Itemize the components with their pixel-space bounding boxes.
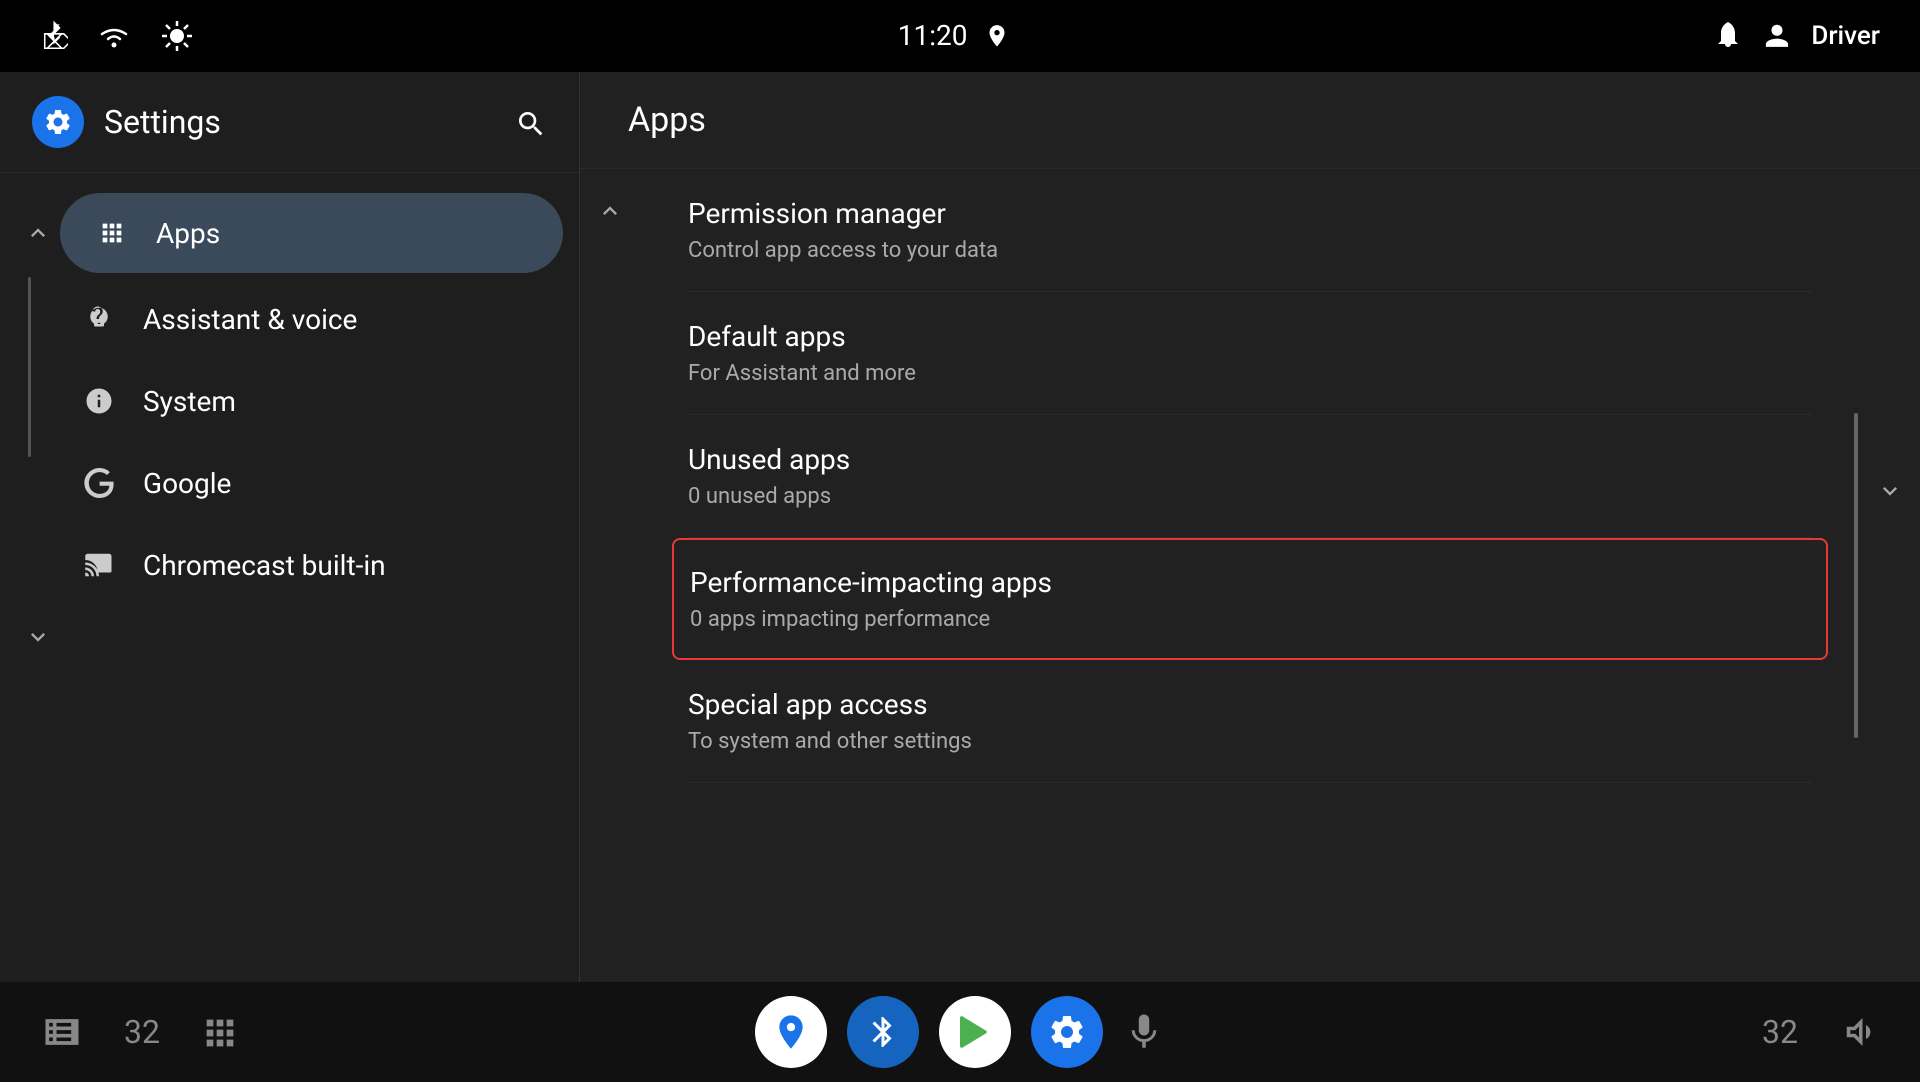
right-chevron-down[interactable] (1868, 469, 1912, 513)
status-bar: ⌦ 1 (0, 0, 1920, 72)
system-info-icon (79, 381, 119, 421)
performance-apps-subtitle: 0 apps impacting performance (690, 607, 1810, 632)
sidebar-item-system[interactable]: System (47, 361, 563, 441)
special-access-title: Special app access (688, 688, 1812, 721)
google-label: Google (143, 467, 231, 500)
apps-grid-icon (92, 213, 132, 253)
default-apps-title: Default apps (688, 320, 1812, 353)
taskbar-right: 32 (1165, 1011, 1880, 1054)
time-display: 11:20 (898, 19, 968, 52)
window-icon[interactable] (40, 1010, 84, 1054)
bluetooth-icon: ⌦ (40, 18, 68, 54)
default-apps-subtitle: For Assistant and more (688, 361, 1812, 386)
special-access-subtitle: To system and other settings (688, 729, 1812, 754)
wifi-icon (96, 22, 132, 50)
bluetooth-app-icon[interactable] (847, 996, 919, 1068)
special-app-access-item[interactable]: Special app access To system and other s… (688, 660, 1812, 783)
sidebar-item-google[interactable]: Google (47, 443, 563, 523)
apps-label: Apps (156, 217, 220, 250)
settings-taskbar-icon[interactable] (1031, 996, 1103, 1068)
svg-text:⌦: ⌦ (42, 31, 68, 54)
taskbar-left: 32 (40, 1010, 755, 1054)
notification-icon (1713, 19, 1743, 53)
nav-section: Assistant & voice System (0, 277, 579, 607)
sidebar-item-apps[interactable]: Apps (60, 193, 563, 273)
brightness-icon (160, 19, 194, 53)
performance-impacting-apps-item[interactable]: Performance-impacting apps 0 apps impact… (672, 538, 1828, 660)
right-chevron-up[interactable] (588, 189, 632, 233)
performance-apps-title: Performance-impacting apps (690, 566, 1810, 599)
right-content: Permission manager Control app access to… (640, 169, 1860, 982)
permission-manager-item[interactable]: Permission manager Control app access to… (688, 169, 1812, 292)
play-store-icon[interactable] (939, 996, 1011, 1068)
system-label: System (143, 385, 236, 418)
apps-collapse-btn[interactable] (16, 211, 60, 255)
main-area: Settings (0, 72, 1920, 982)
sidebar-item-assistant[interactable]: Assistant & voice (47, 279, 563, 359)
user-icon (1763, 20, 1791, 51)
nav-section-items: Assistant & voice System (31, 277, 579, 607)
settings-app-icon (32, 96, 84, 148)
expand-down-btn[interactable] (16, 615, 60, 659)
unused-apps-title: Unused apps (688, 443, 1812, 476)
google-icon (79, 463, 119, 503)
right-scrollbar (1854, 413, 1858, 738)
taskbar-center (755, 996, 1165, 1068)
unused-apps-item[interactable]: Unused apps 0 unused apps (688, 415, 1812, 538)
volume-icon[interactable] (1838, 1011, 1880, 1054)
settings-header: Settings (0, 72, 579, 173)
sidebar-item-chromecast[interactable]: Chromecast built-in (47, 525, 563, 605)
mic-icon[interactable] (1123, 1011, 1165, 1054)
taskbar: 32 (0, 982, 1920, 1082)
location-icon (984, 19, 1010, 53)
assistant-icon (79, 299, 119, 339)
left-panel: Settings (0, 72, 580, 982)
taskbar-left-num: 32 (124, 1013, 160, 1051)
assistant-label: Assistant & voice (143, 303, 357, 336)
right-panel-title: Apps (580, 72, 1920, 169)
status-bar-center: 11:20 (194, 19, 1713, 53)
default-apps-item[interactable]: Default apps For Assistant and more (688, 292, 1812, 415)
settings-title: Settings (104, 103, 495, 141)
status-bar-left: ⌦ (40, 18, 194, 54)
cast-icon (79, 545, 119, 585)
nav-list: Apps Assistant & voice (0, 173, 579, 982)
unused-apps-subtitle: 0 unused apps (688, 484, 1812, 509)
apps-grid-taskbar-icon[interactable] (200, 1011, 240, 1053)
search-button[interactable] (515, 104, 547, 139)
permission-manager-title: Permission manager (688, 197, 1812, 230)
driver-label: Driver (1811, 21, 1880, 51)
status-bar-right: Driver (1713, 19, 1880, 53)
maps-app-icon[interactable] (755, 996, 827, 1068)
permission-manager-subtitle: Control app access to your data (688, 238, 1812, 263)
chromecast-label: Chromecast built-in (143, 549, 386, 582)
right-panel: Apps Permission manager Control app acce… (580, 72, 1920, 982)
taskbar-right-num: 32 (1762, 1013, 1798, 1051)
